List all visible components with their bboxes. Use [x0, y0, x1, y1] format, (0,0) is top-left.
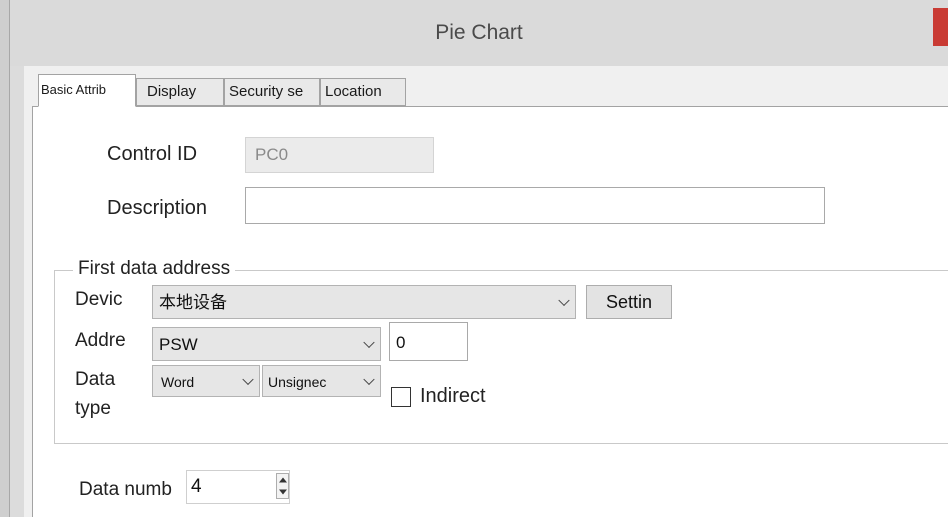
description-label: Description [107, 197, 208, 219]
control-id-value: PC0 [255, 145, 289, 164]
first-data-address-legend: First data address [73, 258, 236, 280]
data-sign-select[interactable]: Unsignec [262, 365, 381, 397]
tab-label: Display [147, 83, 197, 100]
data-number-input[interactable]: 4 [186, 470, 290, 504]
device-label: Devic [75, 289, 123, 310]
window-title: Pie Chart [435, 21, 523, 44]
settings-button[interactable]: Settin [586, 285, 672, 319]
tab-label: Location [325, 83, 382, 100]
control-id-field: PC0 [245, 137, 434, 173]
data-number-value: 4 [191, 476, 202, 497]
address-type-select[interactable]: PSW [152, 327, 381, 361]
data-type-label-line2: type [75, 398, 111, 419]
chevron-down-icon [558, 294, 570, 307]
chevron-down-icon [242, 373, 254, 386]
data-sign-value: Unsignec [268, 374, 327, 390]
window-left-edge [0, 0, 10, 517]
data-type-label-line1: Data [75, 369, 116, 390]
close-button[interactable] [933, 8, 948, 46]
spin-up-button[interactable] [277, 474, 288, 486]
tab-display[interactable]: Display [136, 78, 224, 106]
indirect-checkbox[interactable] [391, 387, 411, 407]
spin-down-button[interactable] [277, 486, 288, 498]
device-select[interactable]: 本地设备 [152, 285, 576, 319]
address-label: Addre [75, 330, 126, 351]
description-input[interactable] [245, 187, 825, 224]
description-value [246, 195, 255, 214]
chevron-down-icon [363, 336, 375, 349]
indirect-label: Indirect [420, 385, 486, 407]
arrow-down-icon [278, 489, 287, 495]
device-value: 本地设备 [159, 293, 227, 312]
address-value: 0 [396, 333, 406, 352]
data-type-select[interactable]: Word [152, 365, 260, 397]
chevron-down-icon [363, 373, 375, 386]
tab-location[interactable]: Location [320, 78, 406, 106]
data-type-value: Word [161, 374, 195, 390]
data-number-spinner[interactable] [276, 473, 289, 499]
data-number-label: Data numb [79, 479, 172, 500]
tab-label: Basic Attrib [41, 82, 107, 97]
address-input[interactable]: 0 [389, 322, 468, 361]
tab-basic-attributes[interactable]: Basic Attrib [38, 74, 136, 107]
tab-security-settings[interactable]: Security se [224, 78, 320, 106]
arrow-up-icon [278, 477, 287, 483]
tab-label: Security se [229, 83, 304, 100]
control-id-label: Control ID [107, 143, 198, 165]
address-type-value: PSW [159, 335, 198, 354]
